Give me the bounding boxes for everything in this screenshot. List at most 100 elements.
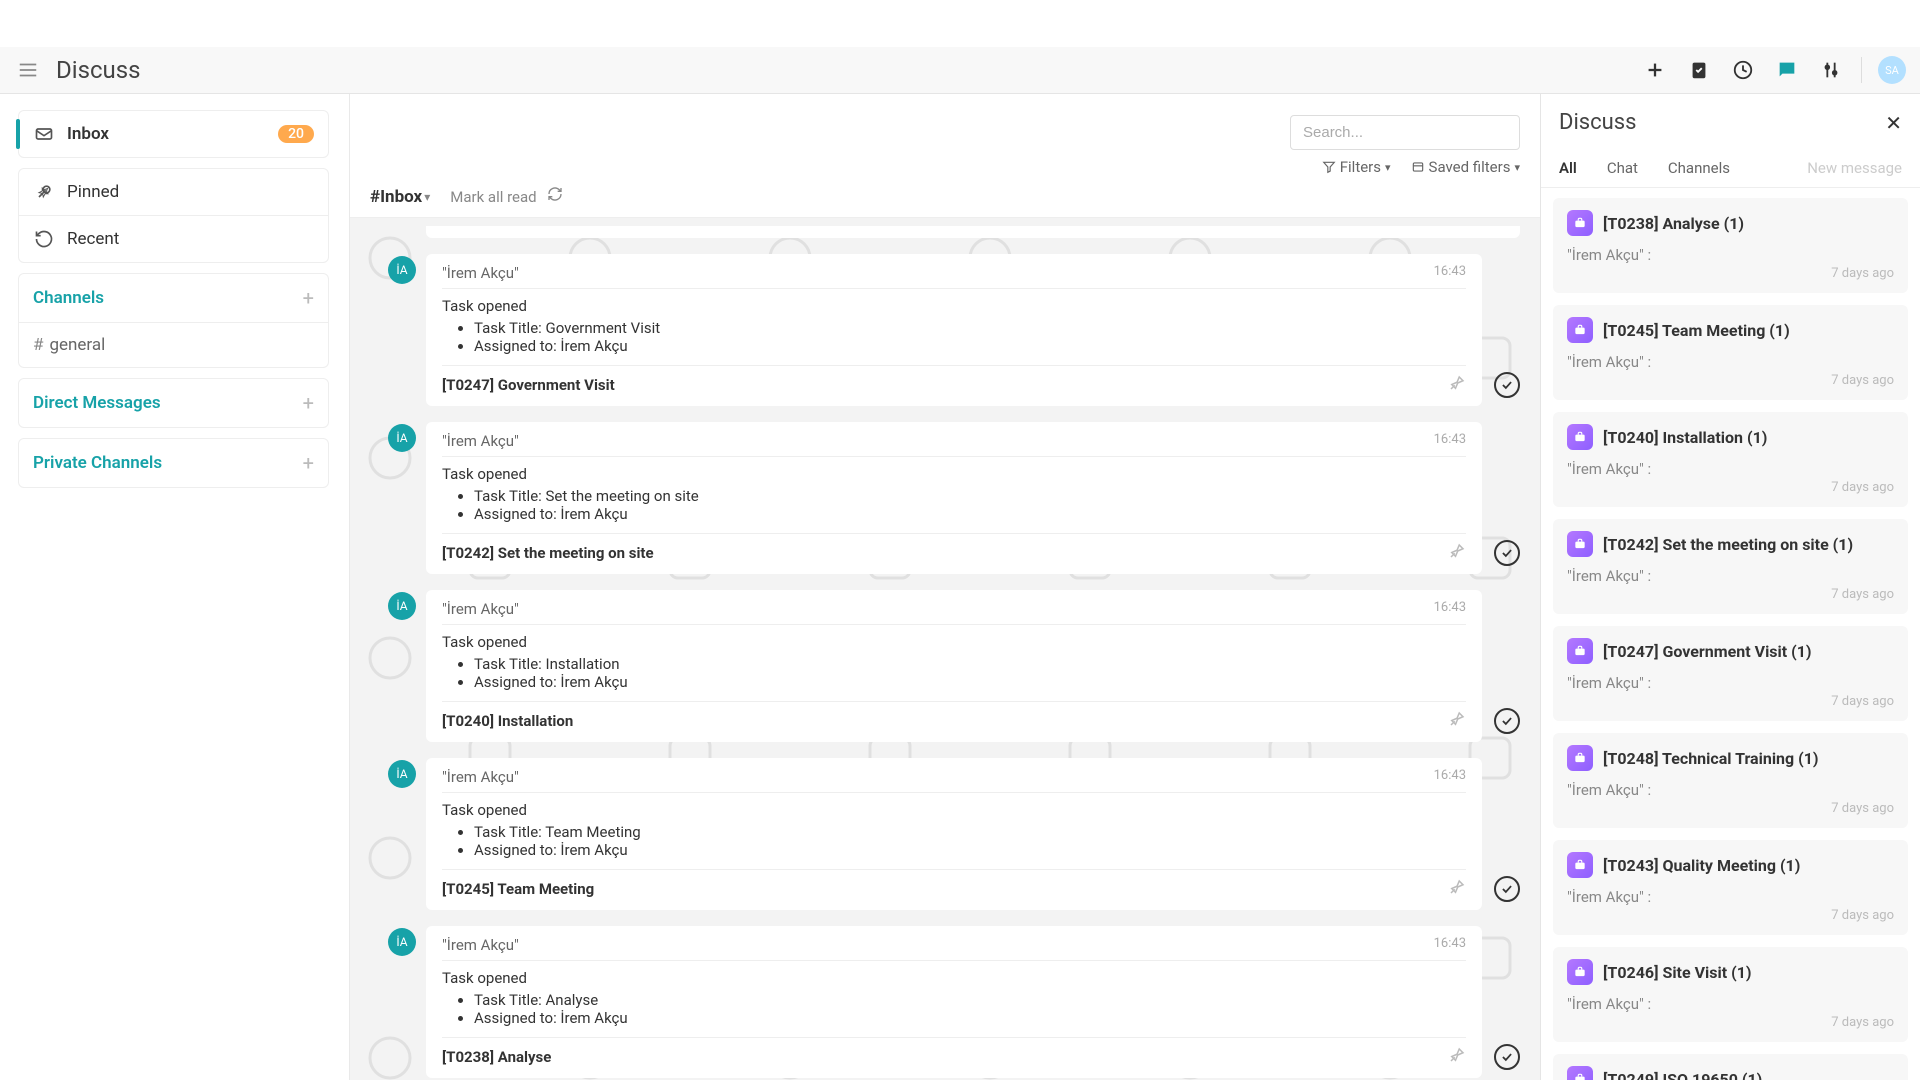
plus-icon [1644,59,1666,81]
notification-time: 7 days ago [1567,694,1894,709]
menu-button[interactable] [14,56,42,84]
messages-list[interactable]: İA"İrem Akçu" 16:43Task openedTask Title… [350,218,1540,1080]
pin-message-button[interactable] [1448,1046,1466,1068]
tasks-button[interactable] [1685,56,1713,84]
message-card[interactable]: İA"İrem Akçu" 16:43Task openedTask Title… [388,254,1520,406]
nav-inbox[interactable]: Inbox 20 [19,111,328,157]
message-body: "İrem Akçu" 16:43Task openedTask Title: … [426,590,1482,742]
notification-time: 7 days ago [1567,587,1894,602]
channel-general[interactable]: #general [18,323,329,368]
tab-channels[interactable]: Channels [1668,149,1744,187]
filters-label: Filters [1340,158,1381,176]
task-icon [1567,638,1593,664]
notification-title: [T0243] Quality Meeting (1) [1603,856,1800,875]
message-avatar: İA [388,760,416,788]
app-header: Discuss SA [0,47,1920,94]
close-panel-button[interactable]: ✕ [1885,111,1902,135]
channels-label: Channels [33,288,104,308]
user-avatar[interactable]: SA [1878,56,1906,84]
notification-time: 7 days ago [1567,1015,1894,1030]
notification-item[interactable]: [T0247] Government Visit (1)"İrem Akçu" … [1553,626,1908,721]
notification-item[interactable]: [T0238] Analyse (1)"İrem Akçu" :7 days a… [1553,198,1908,293]
message-reference[interactable]: [T0240] Installation [442,712,573,730]
inbox-title[interactable]: #Inbox [370,187,422,207]
message-reference[interactable]: [T0242] Set the meeting on site [442,544,654,562]
message-from: "İrem Akçu" [442,768,519,786]
notification-item[interactable]: [T0248] Technical Training (1)"İrem Akçu… [1553,733,1908,828]
pin-message-button[interactable] [1448,878,1466,900]
task-icon [1567,210,1593,236]
nav-pinned[interactable]: Pinned [19,169,328,215]
recent-icon [33,228,55,250]
section-private-channels[interactable]: Private Channels + [18,438,329,488]
check-icon [1500,378,1514,392]
right-panel-header: Discuss ✕ [1541,94,1920,149]
filters-button[interactable]: Filters ▾ [1322,158,1391,176]
sliders-icon [1820,59,1842,81]
notification-title: [T0247] Government Visit (1) [1603,642,1812,661]
nav-recent[interactable]: Recent [19,215,328,262]
new-button[interactable] [1641,56,1669,84]
mark-done-button[interactable] [1494,1044,1520,1070]
message-avatar: İA [388,256,416,284]
section-channels[interactable]: Channels + [18,273,329,323]
settings-button[interactable] [1817,56,1845,84]
pin-message-button[interactable] [1448,542,1466,564]
pin-message-button[interactable] [1448,374,1466,396]
notification-item[interactable]: [T0246] Site Visit (1) "İrem Akçu" : 7 day… [1553,947,1908,1042]
pin-message-button[interactable] [1448,710,1466,732]
left-sidebar: Inbox 20 Pinned Recent Channels + #gener… [0,94,350,1080]
add-private-button[interactable]: + [303,451,314,475]
message-card[interactable]: İA"İrem Akçu" 16:43Task openedTask Title… [388,758,1520,910]
section-direct-messages[interactable]: Direct Messages + [18,378,329,428]
message-avatar: İA [388,928,416,956]
search-input[interactable] [1290,115,1520,150]
activity-button[interactable] [1729,56,1757,84]
message-reference[interactable]: [T0238] Analyse [442,1048,551,1066]
notification-item[interactable]: [T0245] Team Meeting (1)"İrem Akçu" :7 d… [1553,305,1908,400]
message-details: Task Title: Government VisitAssigned to:… [442,319,1466,355]
message-card[interactable]: İA"İrem Akçu" 16:43Task openedTask Title… [388,590,1520,742]
message-stub [426,226,1520,238]
notification-title: [T0246] Site Visit (1) [1603,963,1752,982]
notification-item[interactable]: [T0249] ISO 19650 (1) [1553,1054,1908,1080]
chevron-down-icon: ▾ [1514,161,1520,174]
message-time: 16:43 [1434,432,1466,450]
notification-item[interactable]: [T0240] Installation (1)"İrem Akçu" :7 d… [1553,412,1908,507]
chevron-down-icon[interactable]: ▾ [424,190,430,204]
mark-done-button[interactable] [1494,876,1520,902]
message-from: "İrem Akçu" [442,600,519,618]
message-reference[interactable]: [T0247] Government Visit [442,376,615,394]
mark-all-read-button[interactable]: Mark all read [450,188,536,206]
message-line: Assigned to: İrem Akçu [474,841,1466,859]
pin-icon [33,181,55,203]
discuss-button[interactable] [1773,56,1801,84]
mark-done-button[interactable] [1494,540,1520,566]
refresh-button[interactable] [547,186,563,207]
notification-item[interactable]: [T0243] Quality Meeting (1)"İrem Akçu" :… [1553,840,1908,935]
notification-time: 7 days ago [1567,908,1894,923]
chat-icon [1776,59,1798,81]
notification-sub: "İrem Akçu" : [1567,995,1894,1013]
divider [1861,57,1862,83]
add-channel-button[interactable]: + [303,286,314,310]
notification-item[interactable]: [T0242] Set the meeting on site (1)"İrem… [1553,519,1908,614]
message-card[interactable]: İA"İrem Akçu" 16:43Task openedTask Title… [388,422,1520,574]
mark-done-button[interactable] [1494,708,1520,734]
right-panel-list[interactable]: [T0238] Analyse (1)"İrem Akçu" :7 days a… [1541,188,1920,1080]
message-from: "İrem Akçu" [442,432,519,450]
new-message-button[interactable]: New message [1807,159,1902,177]
task-icon [1567,959,1593,985]
tab-chat[interactable]: Chat [1607,149,1652,187]
briefcase-icon [1573,323,1587,337]
add-dm-button[interactable]: + [303,391,314,415]
message-card[interactable]: İA"İrem Akçu" 16:43Task openedTask Title… [388,926,1520,1078]
tab-all[interactable]: All [1559,149,1591,187]
right-panel: Discuss ✕ All Chat Channels New message … [1540,94,1920,1080]
message-reference[interactable]: [T0245] Team Meeting [442,880,594,898]
check-icon [1500,1050,1514,1064]
mark-done-button[interactable] [1494,372,1520,398]
hash-icon: # [33,335,43,355]
message-status: Task opened [442,297,1466,315]
saved-filters-button[interactable]: Saved filters ▾ [1411,158,1520,176]
